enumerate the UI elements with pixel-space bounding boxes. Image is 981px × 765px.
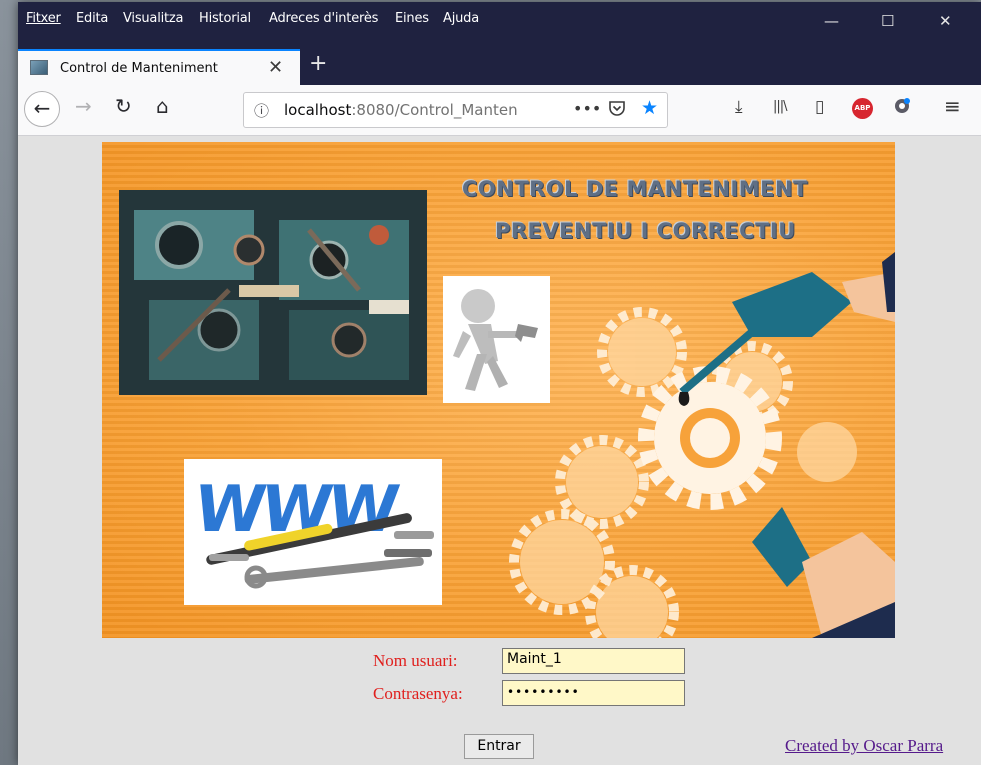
reload-button[interactable]: ↻ [115, 94, 132, 118]
bookmark-star-icon[interactable]: ★ [641, 97, 658, 119]
tab-close-icon[interactable]: ✕ [268, 57, 283, 78]
site-info-icon[interactable]: ⓘ [254, 100, 269, 121]
favicon-icon [30, 60, 48, 75]
www-tools-image: WWW [184, 459, 442, 605]
maximize-button[interactable]: ☐ [881, 12, 894, 30]
page-content: CONTROL DE MANTENIMENT PREVENTIU I CORRE… [26, 140, 976, 765]
new-tab-button[interactable]: + [309, 51, 327, 76]
forward-button[interactable]: → [75, 94, 92, 118]
close-window-button[interactable]: ✕ [939, 12, 952, 30]
url-bar[interactable]: ⓘ localhost:8080/Control_Manten ••• ★ [243, 92, 668, 128]
password-input[interactable]: ••••••••• [502, 680, 685, 706]
menu-bar: Fitxer Edita Visualitza Historial Adrece… [18, 2, 981, 46]
login-form: Nom usuari: Maint_1 Contrasenya: •••••••… [26, 640, 976, 765]
home-button[interactable]: ⌂ [156, 94, 169, 118]
submit-button[interactable]: Entrar [464, 734, 534, 759]
menu-help[interactable]: Ajuda [443, 11, 479, 26]
url-path: :8080/Control_Manten [351, 101, 518, 119]
menu-tools[interactable]: Eines [395, 11, 429, 26]
tab-title: Control de Manteniment [60, 61, 218, 76]
menu-bookmarks[interactable]: Adreces d'interès [269, 11, 378, 26]
browser-window: Fitxer Edita Visualitza Historial Adrece… [18, 2, 981, 765]
url-text[interactable]: localhost:8080/Control_Manten [284, 101, 518, 119]
menu-file[interactable]: Fitxer [26, 11, 61, 26]
password-label: Contrasenya: [373, 684, 463, 703]
download-icon[interactable]: ⤓ [735, 97, 743, 117]
url-host: localhost [284, 101, 352, 119]
pocket-icon[interactable] [608, 99, 626, 121]
menu-view[interactable]: Visualitza [123, 11, 184, 26]
menu-edit[interactable]: Edita [76, 11, 108, 26]
minimize-button[interactable]: — [824, 12, 839, 30]
gears-and-oilcan-illustration [482, 242, 895, 638]
username-label: Nom usuari: [373, 651, 458, 670]
library-icon[interactable]: |||\ [773, 99, 787, 114]
hamburger-menu-icon[interactable]: ≡ [944, 94, 961, 118]
sidebar-icon[interactable]: ▯ [815, 97, 824, 117]
banner-image: CONTROL DE MANTENIMENT PREVENTIU I CORRE… [102, 142, 895, 638]
tab-strip: Control de Manteniment ✕ + [18, 46, 981, 85]
tab-active[interactable]: Control de Manteniment ✕ [18, 49, 300, 85]
navigation-bar: ← → ↻ ⌂ ⓘ localhost:8080/Control_Manten … [18, 85, 981, 136]
menu-history[interactable]: Historial [199, 11, 251, 26]
username-input[interactable]: Maint_1 [502, 648, 685, 674]
banner-title-line2: PREVENTIU I CORRECTIU [495, 219, 796, 243]
extension-icon[interactable] [893, 97, 911, 120]
adblock-icon[interactable]: ABP [852, 98, 873, 119]
author-credit-link[interactable]: Created by Oscar Parra [785, 736, 943, 756]
banner-title-line1: CONTROL DE MANTENIMENT [462, 177, 808, 201]
back-button[interactable]: ← [24, 91, 60, 127]
page-actions-icon[interactable]: ••• [573, 99, 601, 118]
machine-photo [119, 190, 427, 395]
